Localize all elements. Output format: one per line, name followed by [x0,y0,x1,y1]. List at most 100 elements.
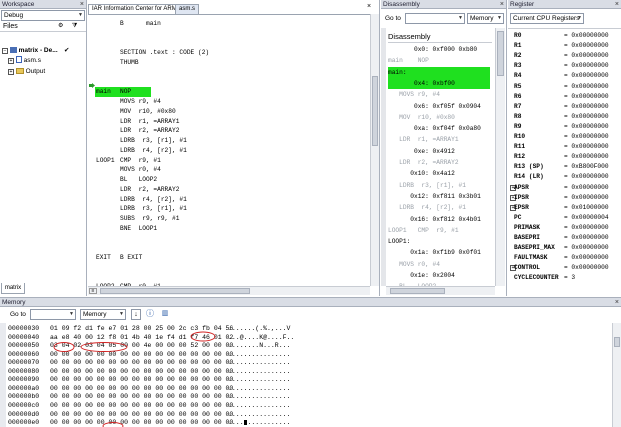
register-row[interactable]: PRIMASK = 0x00000000 [511,223,619,233]
register-row[interactable]: R12 = 0x00000000 [511,152,619,162]
register-row[interactable]: + CONTROL = 0x00000000 [510,263,619,273]
config-select[interactable]: Debug ▼ [1,10,85,21]
check-icon: ✔ [64,47,70,54]
code-label: EXIT [96,254,111,261]
register-row[interactable]: PC = 0x00000004 [511,213,619,223]
tree-item-asm[interactable]: + asm.s [8,56,41,65]
editor-panel: IAR Information Center for ARM asm.s × B… [88,0,380,296]
disassembly-hscroll-thumb[interactable] [390,288,445,294]
disassembly-line[interactable]: 0x4: 0xbf00 [388,77,490,90]
disassembly-line[interactable]: 0x0: 0xf000 0xb80 [388,44,490,55]
memory-vscroll-thumb[interactable] [614,337,620,347]
memory-goto-input[interactable]: ▼ [30,309,76,320]
tab-asm[interactable]: asm.s [175,4,200,14]
register-row[interactable]: BASEPRI = 0x00000000 [511,233,619,243]
files-header: Files ⚙ ⧩ [0,21,86,32]
split-icon[interactable]: ≡ [89,288,97,294]
disassembly-line[interactable]: 0x10: 0x4a12 [388,168,490,179]
tab-info-center[interactable]: IAR Information Center for ARM [88,4,181,14]
collapse-icon[interactable]: − [2,48,8,54]
editor-vscrollbar[interactable] [370,14,379,286]
register-row[interactable]: + APSR = 0x00000000 [510,183,619,193]
register-row[interactable]: R1 = 0x00000000 [511,41,619,51]
memory-title: Memory × [0,298,621,307]
register-row[interactable]: FAULTMASK = 0x00000000 [511,253,619,263]
tree-item-project[interactable]: − matrix - De... ✔ [2,46,69,55]
expand-icon[interactable]: + [8,69,14,75]
disassembly-line[interactable]: LDR r2, =ARRAY2 [388,157,490,168]
disassembly-listing[interactable]: 0x0: 0xf000 0xb80 main NOP main: 0x4: 0xbf… [386,44,494,286]
disassembly-line[interactable]: 0x16: 0xf812 0x4b01 [388,214,490,225]
arrow-down-icon[interactable]: ↓ [131,309,141,320]
disassembly-line[interactable]: LDRB r3, [r1], #1 [388,180,490,191]
tab-matrix[interactable]: matrix [1,283,25,294]
disassembly-line[interactable]: 0x1a: 0xf1b9 0x0f01 [388,247,490,258]
register-row[interactable]: R14 (LR) = 0x00000000 [511,172,619,182]
filter-icon[interactable]: ⧩ [72,21,77,32]
disassembly-line[interactable]: LDRB r4, [r2], #1 [388,202,490,213]
settings-icon[interactable]: ⚙ [58,21,63,32]
register-row[interactable]: + EPSR = 0x01000000 [510,203,619,213]
register-row[interactable]: R5 = 0x00000000 [511,82,619,92]
code-line: CMP r9, #1 [120,156,161,164]
disassembly-line[interactable]: MOVS r0, #4 [388,259,490,270]
folder-icon [15,68,24,74]
register-row[interactable]: R7 = 0x00000000 [511,102,619,112]
info-icon[interactable]: ⓘ [145,309,155,320]
register-row[interactable]: R9 = 0x00000000 [511,122,619,132]
register-list[interactable]: R0 = 0x00000000 R1 = 0x00000000 R2 = 0x000000… [508,28,621,286]
disassembly-line[interactable]: 0x6: 0xf05f 0x0904 [388,101,490,112]
columns-icon[interactable]: ▥ [159,309,171,320]
register-row[interactable]: CYCLECOUNTER = 3 [511,273,619,283]
register-row[interactable]: R13 (SP) = 0xB800F000 [511,162,619,172]
register-group-select[interactable]: Current CPU Registers ▼ [510,13,584,24]
register-row[interactable]: + IPSR = 0x00000000 [510,193,619,203]
register-name: R11 [514,143,526,151]
close-icon[interactable]: × [500,0,504,9]
register-row[interactable]: BASEPRI_MAX = 0x00000000 [511,243,619,253]
disassembly-line[interactable]: 0x1e: 0x2004 [388,270,490,281]
file-icon [15,56,22,63]
editor-code-area[interactable]: B main SECTION .text : CODE (2) THUMB main N… [88,14,370,286]
register-row[interactable]: R3 = 0x00000000 [511,61,619,71]
register-row[interactable]: R0 = 0x00000000 [511,31,619,41]
chevron-down-icon: ▼ [458,15,463,21]
register-row[interactable]: R2 = 0x00000000 [511,51,619,61]
disassembly-line[interactable]: main: [388,66,490,78]
disassembly-line[interactable]: main NOP [388,55,490,66]
memory-zone-select[interactable]: Memory ▼ [467,13,504,24]
register-value: = 0x00000000 [564,173,609,181]
disassembly-line[interactable]: MOV r10, #0x80 [388,112,490,123]
close-icon[interactable]: × [615,298,619,307]
register-row[interactable]: R10 = 0x00000000 [511,132,619,142]
expand-icon[interactable]: + [8,58,14,64]
disassembly-hscrollbar[interactable] [386,286,495,295]
editor-vscroll-thumb[interactable] [372,76,378,146]
disassembly-line[interactable]: 0xe: 0x4912 [388,146,490,157]
memory-zone-select[interactable]: Memory ▼ [80,309,126,320]
disassembly-line[interactable]: LOOP1 CMP r9, #1 [388,225,490,236]
disassembly-line[interactable]: LDR r1, =ARRAY1 [388,134,490,145]
tree-item-output[interactable]: + Output [8,67,45,76]
disassembly-vscrollbar[interactable] [495,28,505,286]
register-row[interactable]: R11 = 0x00000000 [511,142,619,152]
editor-hscroll-thumb[interactable] [100,288,250,294]
memory-vscrollbar[interactable] [612,323,621,427]
register-name: R10 [514,133,526,140]
disassembly-header: Disassembly [388,30,492,43]
disassembly-line[interactable]: 0x12: 0xf811 0x3b01 [388,191,490,202]
goto-input[interactable]: ▼ [405,13,465,24]
editor-hscrollbar[interactable]: ≡ [88,286,370,295]
register-row[interactable]: R6 = 0x00000000 [511,92,619,102]
memory-grid[interactable]: 00000030 01 09 f2 d1 fe e7 01 28 00 25 00… [0,323,612,427]
close-icon[interactable]: × [615,0,619,9]
disassembly-line[interactable]: LOOP1: [388,236,490,247]
close-icon[interactable]: × [80,0,84,9]
disassembly-vscroll-thumb[interactable] [497,31,504,76]
close-icon[interactable]: × [367,3,371,10]
register-name: CYCLECOUNTER [514,274,559,282]
register-row[interactable]: R8 = 0x00000000 [511,112,619,122]
register-row[interactable]: R4 = 0x00000000 [511,71,619,81]
disassembly-line[interactable]: MOVS r9, #4 [388,89,490,100]
disassembly-line[interactable]: 0xa: 0xf04f 0x0a80 [388,123,490,134]
